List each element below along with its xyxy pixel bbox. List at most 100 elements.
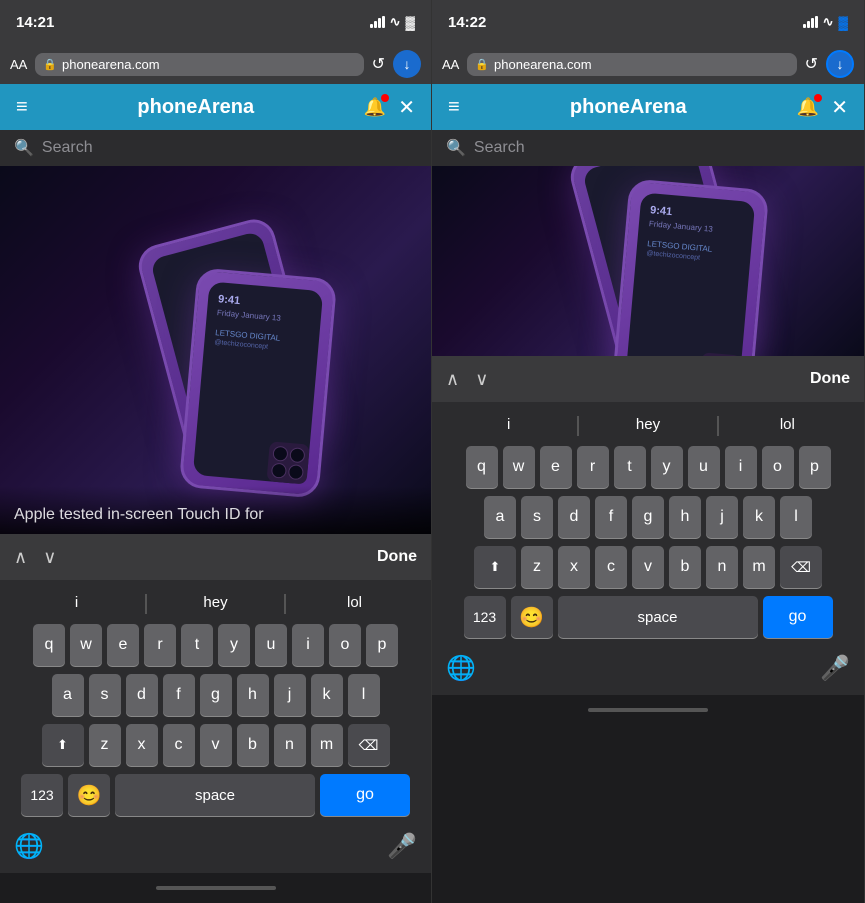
right-refresh-icon[interactable]: ↺ xyxy=(805,54,818,74)
right-download-button[interactable]: ↓ xyxy=(826,50,854,78)
left-suggestion-1[interactable]: i xyxy=(8,594,146,614)
right-key-n[interactable]: n xyxy=(706,546,738,588)
right-key-q[interactable]: q xyxy=(466,446,498,488)
right-key-b[interactable]: b xyxy=(669,546,701,588)
left-key-shift[interactable]: ⬆ xyxy=(42,724,84,766)
left-key-go[interactable]: go xyxy=(320,774,410,816)
left-mic-icon[interactable]: 🎤 xyxy=(387,832,417,861)
left-find-done-button[interactable]: Done xyxy=(377,548,417,566)
right-key-j[interactable]: j xyxy=(706,496,738,538)
right-search-placeholder: Search xyxy=(474,139,525,157)
left-key-i[interactable]: i xyxy=(292,624,324,666)
left-find-down-icon[interactable]: ∨ xyxy=(43,547,56,568)
right-key-g[interactable]: g xyxy=(632,496,664,538)
right-key-u[interactable]: u xyxy=(688,446,720,488)
left-suggestion-3[interactable]: lol xyxy=(286,594,423,614)
left-key-d[interactable]: d xyxy=(126,674,158,716)
right-key-v[interactable]: v xyxy=(632,546,664,588)
left-key-w[interactable]: w xyxy=(70,624,102,666)
right-key-k[interactable]: k xyxy=(743,496,775,538)
right-key-z[interactable]: z xyxy=(521,546,553,588)
right-mic-icon[interactable]: 🎤 xyxy=(820,654,850,683)
left-key-h[interactable]: h xyxy=(237,674,269,716)
left-key-space[interactable]: space xyxy=(115,774,315,816)
left-key-a[interactable]: a xyxy=(52,674,84,716)
right-suggestion-2[interactable]: hey xyxy=(579,416,717,436)
right-key-a[interactable]: a xyxy=(484,496,516,538)
right-key-m[interactable]: m xyxy=(743,546,775,588)
left-refresh-icon[interactable]: ↺ xyxy=(372,54,385,74)
right-key-space[interactable]: space xyxy=(558,596,758,638)
right-key-x[interactable]: x xyxy=(558,546,590,588)
left-key-x[interactable]: x xyxy=(126,724,158,766)
left-key-u[interactable]: u xyxy=(255,624,287,666)
right-suggestion-1[interactable]: i xyxy=(440,416,578,436)
left-close-icon[interactable]: ✕ xyxy=(398,95,415,120)
left-key-r[interactable]: r xyxy=(144,624,176,666)
right-key-c[interactable]: c xyxy=(595,546,627,588)
left-url-box[interactable]: 🔒 phonearena.com xyxy=(35,53,363,76)
right-key-e[interactable]: e xyxy=(540,446,572,488)
left-key-y[interactable]: y xyxy=(218,624,250,666)
right-key-f[interactable]: f xyxy=(595,496,627,538)
left-key-n[interactable]: n xyxy=(274,724,306,766)
left-key-s[interactable]: s xyxy=(89,674,121,716)
right-find-up-icon[interactable]: ∧ xyxy=(446,369,459,390)
left-hamburger-icon[interactable]: ≡ xyxy=(16,96,28,119)
left-key-z[interactable]: z xyxy=(89,724,121,766)
left-key-q[interactable]: q xyxy=(33,624,65,666)
right-phone-mockup-front: 9:41 Friday January 13 LETSGO DIGITAL @t… xyxy=(611,178,770,356)
left-search-bar[interactable]: 🔍 Search xyxy=(0,130,431,166)
right-key-delete[interactable]: ⌫ xyxy=(780,546,822,588)
right-key-o[interactable]: o xyxy=(762,446,794,488)
left-find-up-icon[interactable]: ∧ xyxy=(14,547,27,568)
left-key-l[interactable]: l xyxy=(348,674,380,716)
left-key-f[interactable]: f xyxy=(163,674,195,716)
right-url-box[interactable]: 🔒 phonearena.com xyxy=(467,53,796,76)
left-camera-lens-5 xyxy=(272,446,288,462)
left-key-t[interactable]: t xyxy=(181,624,213,666)
left-key-k[interactable]: k xyxy=(311,674,343,716)
left-key-g[interactable]: g xyxy=(200,674,232,716)
left-content-area: 9:41 Friday January 13 LETSGO DIGITAL @t… xyxy=(0,166,431,534)
right-key-emoji[interactable]: 😊 xyxy=(511,596,553,638)
right-bell-icon[interactable]: 🔔 xyxy=(797,97,819,118)
left-aa-button[interactable]: AA xyxy=(10,57,27,72)
left-bell-icon[interactable]: 🔔 xyxy=(364,97,386,118)
left-key-p[interactable]: p xyxy=(366,624,398,666)
right-aa-button[interactable]: AA xyxy=(442,57,459,72)
right-key-123[interactable]: 123 xyxy=(464,596,506,638)
right-find-down-icon[interactable]: ∨ xyxy=(475,369,488,390)
right-key-p[interactable]: p xyxy=(799,446,831,488)
left-key-123[interactable]: 123 xyxy=(21,774,63,816)
left-key-b[interactable]: b xyxy=(237,724,269,766)
left-key-j[interactable]: j xyxy=(274,674,306,716)
right-key-t[interactable]: t xyxy=(614,446,646,488)
left-globe-icon[interactable]: 🌐 xyxy=(14,832,44,861)
right-search-bar[interactable]: 🔍 Search xyxy=(432,130,864,166)
right-key-h[interactable]: h xyxy=(669,496,701,538)
right-suggestion-3[interactable]: lol xyxy=(719,416,856,436)
left-key-v[interactable]: v xyxy=(200,724,232,766)
right-hamburger-icon[interactable]: ≡ xyxy=(448,96,460,119)
left-key-c[interactable]: c xyxy=(163,724,195,766)
left-download-button[interactable]: ↓ xyxy=(393,50,421,78)
left-key-emoji[interactable]: 😊 xyxy=(68,774,110,816)
left-key-e[interactable]: e xyxy=(107,624,139,666)
right-key-shift[interactable]: ⬆ xyxy=(474,546,516,588)
right-key-y[interactable]: y xyxy=(651,446,683,488)
right-key-w[interactable]: w xyxy=(503,446,535,488)
right-key-l[interactable]: l xyxy=(780,496,812,538)
right-globe-icon[interactable]: 🌐 xyxy=(446,654,476,683)
right-key-go[interactable]: go xyxy=(763,596,833,638)
right-close-icon[interactable]: ✕ xyxy=(831,95,848,120)
right-key-d[interactable]: d xyxy=(558,496,590,538)
right-key-s[interactable]: s xyxy=(521,496,553,538)
left-key-o[interactable]: o xyxy=(329,624,361,666)
right-key-i[interactable]: i xyxy=(725,446,757,488)
right-key-r[interactable]: r xyxy=(577,446,609,488)
left-suggestion-2[interactable]: hey xyxy=(147,594,285,614)
right-find-done-button[interactable]: Done xyxy=(810,370,850,388)
left-key-delete[interactable]: ⌫ xyxy=(348,724,390,766)
left-key-m[interactable]: m xyxy=(311,724,343,766)
